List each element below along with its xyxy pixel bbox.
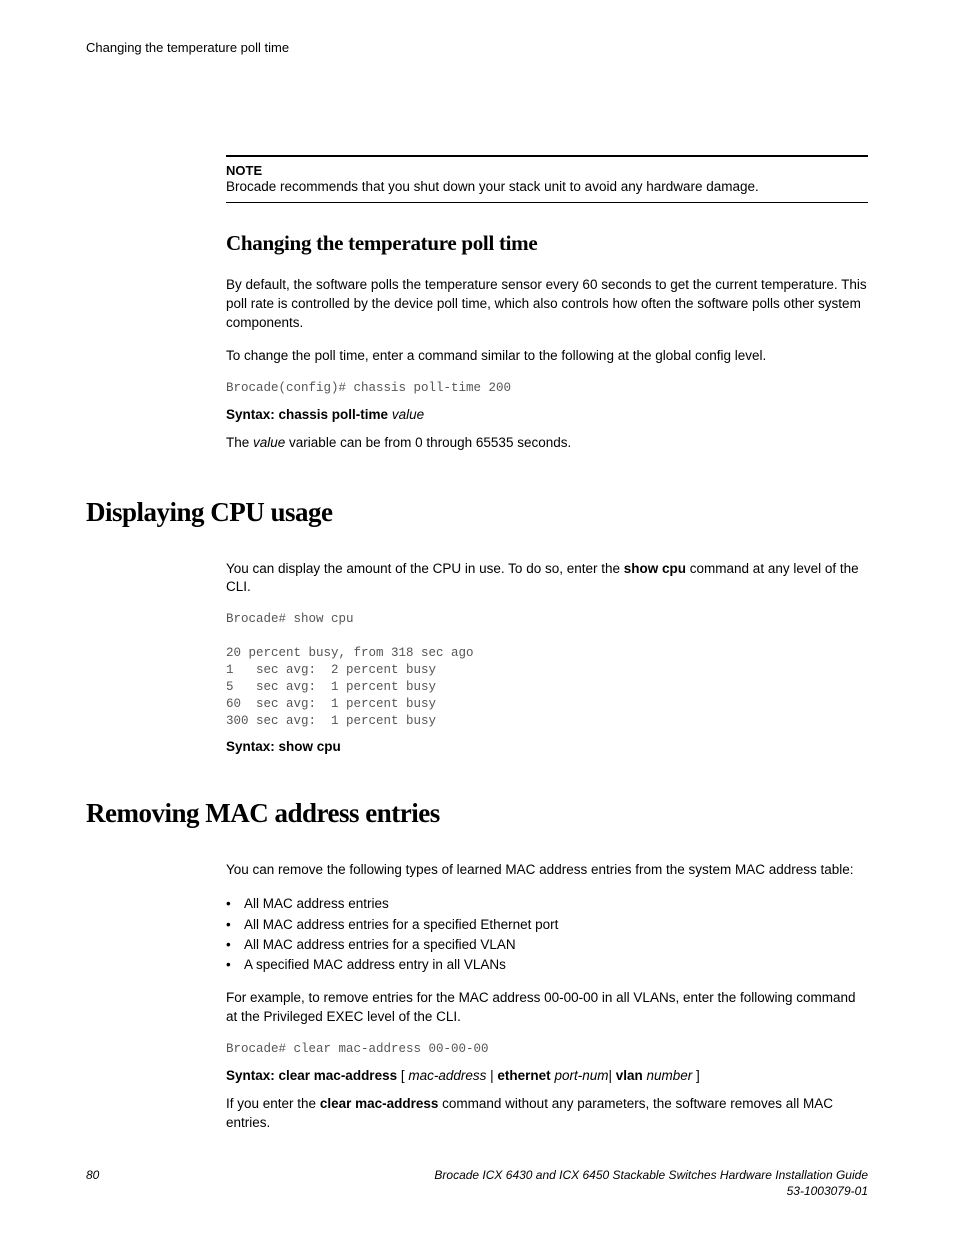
syntax-variable: value (392, 407, 424, 422)
list-item: All MAC address entries (244, 894, 868, 914)
bullet-list: All MAC address entries All MAC address … (244, 894, 868, 975)
code-block: Brocade# show cpu 20 percent busy, from … (226, 611, 868, 729)
footer-doc-number: 53-1003079-01 (434, 1183, 868, 1199)
body-paragraph: You can remove the following types of le… (226, 861, 868, 880)
syntax-line: Syntax: chassis poll-time value (226, 407, 868, 422)
syntax-text: Syntax: show cpu (226, 739, 341, 754)
body-paragraph: For example, to remove entries for the M… (226, 989, 868, 1027)
body-paragraph: To change the poll time, enter a command… (226, 347, 868, 366)
page-number: 80 (86, 1167, 99, 1199)
footer-guide-title: Brocade ICX 6430 and ICX 6450 Stackable … (434, 1167, 868, 1183)
note-text: Brocade recommends that you shut down yo… (226, 179, 759, 194)
list-item: A specified MAC address entry in all VLA… (244, 955, 868, 975)
body-paragraph: You can display the amount of the CPU in… (226, 560, 868, 598)
syntax-line: Syntax: clear mac-address [ mac-address … (226, 1068, 868, 1083)
list-item: All MAC address entries for a specified … (244, 935, 868, 955)
section-heading-cpu-usage: Displaying CPU usage (86, 497, 868, 528)
footer-right: Brocade ICX 6430 and ICX 6450 Stackable … (434, 1167, 868, 1199)
content-area: You can display the amount of the CPU in… (226, 560, 868, 755)
note-label: NOTE (226, 163, 868, 178)
note-box: NOTE Brocade recommends that you shut do… (226, 155, 868, 203)
content-area: You can remove the following types of le… (226, 861, 868, 1132)
running-header: Changing the temperature poll time (86, 40, 868, 55)
page-footer: 80 Brocade ICX 6430 and ICX 6450 Stackab… (86, 1167, 868, 1199)
code-block: Brocade(config)# chassis poll-time 200 (226, 380, 868, 397)
syntax-prefix: Syntax: chassis poll-time (226, 407, 392, 422)
syntax-line: Syntax: show cpu (226, 739, 868, 754)
running-header-text: Changing the temperature poll time (86, 40, 289, 55)
content-area: NOTE Brocade recommends that you shut do… (226, 155, 868, 453)
section-heading-mac-entries: Removing MAC address entries (86, 798, 868, 829)
section-heading-poll-time: Changing the temperature poll time (226, 231, 868, 256)
body-paragraph: The value variable can be from 0 through… (226, 434, 868, 453)
list-item: All MAC address entries for a specified … (244, 915, 868, 935)
code-block: Brocade# clear mac-address 00-00-00 (226, 1041, 868, 1058)
body-paragraph: By default, the software polls the tempe… (226, 276, 868, 333)
body-paragraph: If you enter the clear mac-address comma… (226, 1095, 868, 1133)
